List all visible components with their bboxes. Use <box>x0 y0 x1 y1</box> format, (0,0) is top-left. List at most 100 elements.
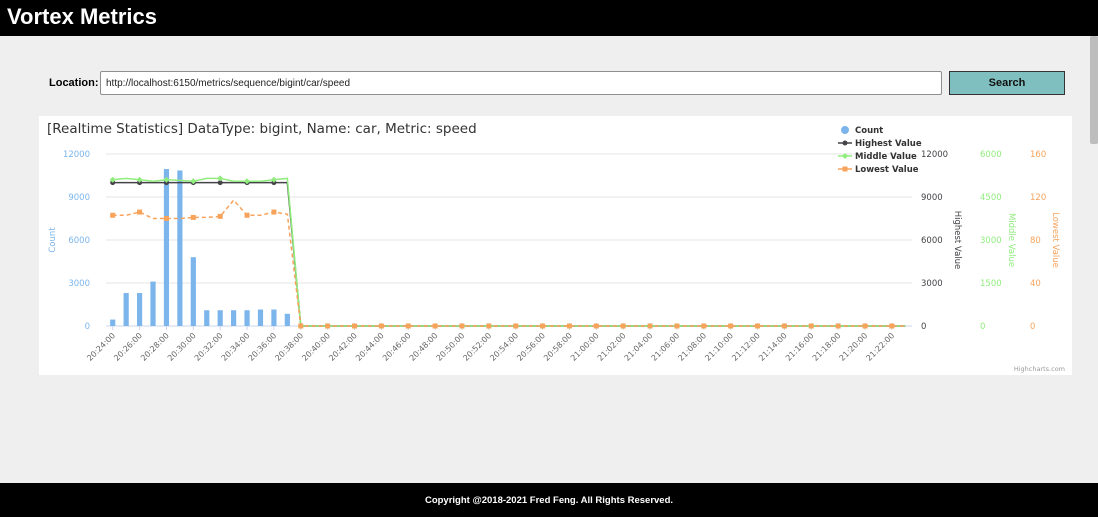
count-bar <box>257 309 264 326</box>
lowest-value-point <box>808 323 814 329</box>
y-axis-title: Count <box>48 227 58 253</box>
chart-credit: Highcharts.com <box>1014 365 1065 373</box>
x-tick-label: 20:28:00 <box>139 331 171 363</box>
x-tick-label: 20:50:00 <box>435 331 467 363</box>
lowest-value-point <box>271 209 277 215</box>
x-tick-label: 20:44:00 <box>354 331 386 363</box>
y-tick-label: 6000 <box>980 150 1002 160</box>
y-axis-title: Lowest Value <box>1050 212 1060 268</box>
x-tick-label: 21:16:00 <box>784 331 816 363</box>
lowest-value-point <box>378 323 384 329</box>
x-tick-label: 21:12:00 <box>730 331 762 363</box>
x-tick-label: 20:34:00 <box>220 331 252 363</box>
search-button[interactable]: Search <box>949 71 1065 95</box>
lowest-value-point <box>298 323 304 329</box>
x-tick-label: 20:58:00 <box>542 331 574 363</box>
lowest-value-point <box>835 323 841 329</box>
highest-value-line <box>112 181 906 327</box>
count-bar <box>204 310 210 326</box>
lowest-value-point <box>540 323 546 329</box>
app-title: Vortex Metrics <box>7 4 157 29</box>
count-bar <box>231 310 237 326</box>
legend-item-label: Lowest Value <box>855 165 919 175</box>
x-tick-label: 20:30:00 <box>166 331 198 363</box>
chart-panel: [Realtime Statistics] DataType: bigint, … <box>39 116 1072 375</box>
x-tick-label: 21:06:00 <box>650 331 682 363</box>
x-tick-label: 21:20:00 <box>838 331 870 363</box>
count-bar <box>244 310 250 326</box>
y-tick-label: 40 <box>1030 279 1041 289</box>
x-tick-label: 21:08:00 <box>676 331 708 363</box>
x-tick-label: 21:18:00 <box>811 331 843 363</box>
lowest-value-point <box>728 323 734 329</box>
x-tick-label: 20:48:00 <box>408 331 440 363</box>
legend-marker <box>842 166 848 172</box>
metrics-chart: [Realtime Statistics] DataType: bigint, … <box>47 121 1065 373</box>
lowest-value-point <box>781 323 787 329</box>
y-axis-title: Middle Value <box>1006 213 1016 267</box>
y-tick-label: 3000 <box>921 279 943 289</box>
x-tick-label: 21:02:00 <box>596 331 628 363</box>
count-bar <box>163 169 170 326</box>
y-tick-label: 12000 <box>63 150 90 160</box>
y-tick-label: 9000 <box>68 193 90 203</box>
lowest-value-point <box>137 209 143 215</box>
y-tick-label: 4500 <box>980 193 1002 203</box>
middle-value-point <box>217 175 224 182</box>
y-tick-label: 6000 <box>921 236 943 246</box>
lowest-value-point <box>647 323 653 329</box>
x-tick-label: 21:00:00 <box>569 331 601 363</box>
y-tick-label: 3000 <box>980 236 1002 246</box>
x-tick-label: 20:24:00 <box>85 331 117 363</box>
y-tick-label: 3000 <box>68 279 90 289</box>
lowest-value-point <box>701 323 707 329</box>
lowest-value-point <box>889 323 895 329</box>
footer-bar: Copyright @2018-2021 Fred Feng. All Righ… <box>0 483 1098 517</box>
count-bar <box>150 281 156 326</box>
lowest-value-point <box>755 323 761 329</box>
count-bar <box>271 309 277 326</box>
x-tick-label: 21:10:00 <box>703 331 735 363</box>
lowest-value-point <box>190 214 196 220</box>
y-tick-label: 0 <box>980 322 985 332</box>
scrollbar[interactable] <box>1090 36 1098 144</box>
lowest-value-point <box>566 323 572 329</box>
lowest-value-point <box>405 323 411 329</box>
y-tick-label: 80 <box>1030 236 1041 246</box>
x-tick-label: 21:22:00 <box>864 331 896 363</box>
lowest-value-point <box>459 323 465 329</box>
x-tick-label: 20:38:00 <box>273 331 305 363</box>
y-tick-label: 120 <box>1030 193 1046 203</box>
chart-title: [Realtime Statistics] DataType: bigint, … <box>47 121 477 137</box>
count-bar <box>177 170 183 326</box>
y-tick-label: 0 <box>1030 322 1035 332</box>
y-axis-title: Highest Value <box>952 211 962 270</box>
count-bar <box>110 319 116 326</box>
lowest-value-line <box>112 199 906 327</box>
lowest-value-point <box>217 213 223 219</box>
y-tick-label: 0 <box>85 322 90 332</box>
x-tick-label: 20:26:00 <box>112 331 144 363</box>
lowest-value-point <box>486 323 492 329</box>
legend-item-label: Middle Value <box>855 152 917 162</box>
x-tick-label: 21:14:00 <box>757 331 789 363</box>
lowest-value-point <box>244 212 250 218</box>
location-label: Location: <box>49 77 99 89</box>
header-bar: Vortex Metrics <box>0 0 1098 36</box>
x-tick-label: 20:54:00 <box>488 331 520 363</box>
y-tick-label: 6000 <box>68 236 90 246</box>
legend-count-symbol <box>841 126 849 134</box>
y-tick-label: 9000 <box>921 193 943 203</box>
lowest-value-point <box>432 323 438 329</box>
lowest-value-point <box>593 323 599 329</box>
location-input[interactable] <box>100 71 942 95</box>
y-tick-label: 12000 <box>921 150 948 160</box>
y-tick-label: 1500 <box>980 279 1002 289</box>
x-tick-label: 20:42:00 <box>327 331 359 363</box>
copyright-text: Copyright @2018-2021 Fred Feng. All Righ… <box>424 495 674 506</box>
count-bar <box>136 293 143 326</box>
lowest-value-point <box>674 323 680 329</box>
x-tick-label: 20:52:00 <box>461 331 493 363</box>
y-tick-label: 0 <box>921 322 926 332</box>
count-bar <box>190 257 196 326</box>
